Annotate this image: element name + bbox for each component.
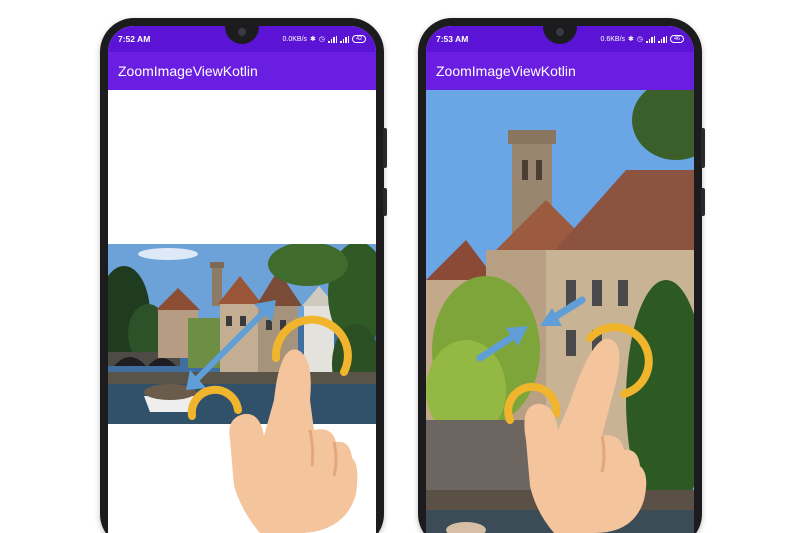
app-bar: ZoomImageViewKotlin xyxy=(426,52,694,90)
volume-button xyxy=(383,188,387,216)
alarm-icon: ◷ xyxy=(318,36,325,43)
status-bar: 7:52 AM 0.0KB/s ✱ ◷ 42 xyxy=(108,26,376,52)
status-time: 7:53 AM xyxy=(436,34,469,44)
signal-icon-2 xyxy=(658,35,667,43)
signal-icon-2 xyxy=(340,35,349,43)
bluetooth-icon: ✱ xyxy=(310,36,316,43)
zoomable-image[interactable] xyxy=(426,90,694,533)
notch xyxy=(225,26,259,44)
phone-frame-right: 7:53 AM 0.6KB/s ✱ ◷ 46 ZoomImageViewKotl… xyxy=(418,18,705,533)
front-camera-icon xyxy=(556,28,564,36)
network-speed: 0.0KB/s xyxy=(282,35,308,43)
app-title: ZoomImageViewKotlin xyxy=(118,63,258,79)
zoomable-image[interactable] xyxy=(108,244,376,424)
status-bar: 7:53 AM 0.6KB/s ✱ ◷ 46 xyxy=(426,26,694,52)
notch xyxy=(543,26,577,44)
phone-screen-left: 7:52 AM 0.0KB/s ✱ ◷ 42 ZoomImageViewKotl… xyxy=(108,26,376,533)
network-speed: 0.6KB/s xyxy=(600,35,626,43)
status-icons: 0.0KB/s ✱ ◷ 42 xyxy=(282,35,366,43)
signal-icon xyxy=(646,35,655,43)
power-button xyxy=(383,128,387,168)
app-title: ZoomImageViewKotlin xyxy=(436,63,576,79)
front-camera-icon xyxy=(238,28,246,36)
phone-screen-right: 7:53 AM 0.6KB/s ✱ ◷ 46 ZoomImageViewKotl… xyxy=(426,26,694,533)
app-bar: ZoomImageViewKotlin xyxy=(108,52,376,90)
battery-icon: 46 xyxy=(670,35,684,43)
battery-icon: 42 xyxy=(352,35,366,43)
phone-frame-left: 7:52 AM 0.0KB/s ✱ ◷ 42 ZoomImageViewKotl… xyxy=(100,18,387,533)
status-time: 7:52 AM xyxy=(118,34,151,44)
signal-icon xyxy=(328,35,337,43)
volume-button xyxy=(701,188,705,216)
alarm-icon: ◷ xyxy=(636,36,643,43)
status-icons: 0.6KB/s ✱ ◷ 46 xyxy=(600,35,684,43)
bluetooth-icon: ✱ xyxy=(628,36,634,43)
power-button xyxy=(701,128,705,168)
